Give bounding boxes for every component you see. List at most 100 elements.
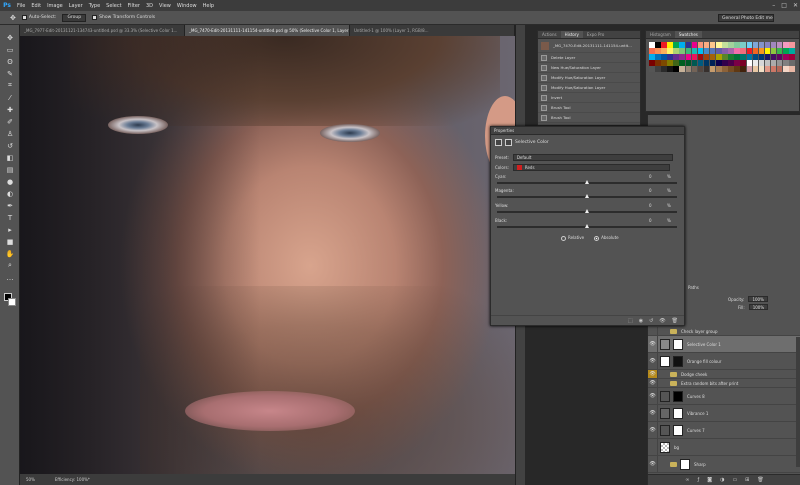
preset-dropdown[interactable]: Default xyxy=(512,154,673,161)
visibility-eye-icon[interactable]: 👁 xyxy=(648,379,658,387)
transform-controls-checkbox[interactable] xyxy=(92,15,98,20)
marquee-icon[interactable]: ▭ xyxy=(5,45,15,54)
close-icon[interactable]: ✕ xyxy=(793,2,798,9)
color-swatch[interactable] xyxy=(734,66,740,72)
color-swatch[interactable] xyxy=(716,54,722,60)
color-swatch[interactable] xyxy=(740,42,746,48)
color-swatch[interactable] xyxy=(716,48,722,54)
color-swatch[interactable] xyxy=(770,60,777,66)
visibility-eye-icon[interactable] xyxy=(648,327,658,335)
color-swatch[interactable] xyxy=(746,42,752,48)
magenta-value[interactable]: 0 xyxy=(649,188,652,193)
history-item[interactable]: Modify Hue/Saturation Layer xyxy=(538,73,640,83)
color-swatch[interactable] xyxy=(661,54,667,60)
color-swatch[interactable] xyxy=(661,42,667,48)
color-swatch[interactable] xyxy=(679,66,685,72)
color-swatch[interactable] xyxy=(740,60,746,66)
blur-icon[interactable]: ● xyxy=(5,177,15,186)
color-swatch[interactable] xyxy=(697,60,704,66)
menu-3d[interactable]: 3D xyxy=(143,3,156,9)
visibility-eye-icon[interactable]: 👁 xyxy=(648,422,658,438)
color-swatch[interactable] xyxy=(758,48,765,54)
tab-expo-pro[interactable]: Expo Pro xyxy=(583,31,609,38)
layer-row[interactable]: bg xyxy=(648,439,800,456)
maximize-icon[interactable]: □ xyxy=(781,2,787,9)
history-item[interactable]: Brush Tool xyxy=(538,113,640,123)
black-value[interactable]: 0 xyxy=(649,218,652,223)
color-swatch[interactable] xyxy=(758,42,765,48)
color-swatch[interactable] xyxy=(728,66,734,72)
minimize-icon[interactable]: – xyxy=(772,2,775,9)
history-item[interactable]: New Hue/Saturation Layer xyxy=(538,63,640,73)
eraser-icon[interactable]: ◧ xyxy=(5,153,15,162)
link-layers-icon[interactable]: ∞ xyxy=(685,477,689,483)
color-swatch[interactable] xyxy=(734,60,740,66)
opacity-field[interactable]: 100% xyxy=(748,296,768,302)
color-swatch[interactable] xyxy=(764,42,771,48)
color-swatch[interactable] xyxy=(703,54,710,60)
color-swatch[interactable] xyxy=(716,60,722,66)
fx-icon[interactable]: ƒ xyxy=(697,477,699,483)
color-swatch[interactable] xyxy=(709,66,716,72)
brush-icon[interactable]: ✐ xyxy=(5,117,15,126)
color-swatch[interactable] xyxy=(783,42,789,48)
color-swatch[interactable] xyxy=(764,48,771,54)
color-swatch[interactable] xyxy=(655,54,661,60)
color-swatch[interactable] xyxy=(722,48,728,54)
visibility-eye-icon[interactable]: 👁 xyxy=(659,318,665,324)
color-swatch[interactable] xyxy=(703,66,710,72)
color-swatch[interactable] xyxy=(655,48,661,54)
color-swatch[interactable] xyxy=(789,42,795,48)
color-swatch[interactable] xyxy=(697,42,704,48)
color-swatch[interactable] xyxy=(734,42,740,48)
color-swatch[interactable] xyxy=(783,60,789,66)
relative-option[interactable]: Relative xyxy=(561,235,584,241)
more-tools-icon[interactable]: … xyxy=(5,273,15,282)
history-item[interactable]: Brush Tool xyxy=(538,103,640,113)
menu-layer[interactable]: Layer xyxy=(66,3,86,9)
color-swatch[interactable] xyxy=(789,54,795,60)
color-swatch[interactable] xyxy=(752,66,759,72)
history-item[interactable]: Modify Hue/Saturation Layer xyxy=(538,83,640,93)
color-swatch[interactable] xyxy=(752,54,759,60)
color-swatch[interactable] xyxy=(673,66,679,72)
magenta-slider-thumb[interactable] xyxy=(585,194,589,198)
color-swatch[interactable] xyxy=(703,42,710,48)
menu-window[interactable]: Window xyxy=(174,3,200,9)
menu-image[interactable]: Image xyxy=(44,3,66,9)
history-snapshot[interactable]: _MG_7470-Edit-20131111-141154-untit... xyxy=(538,39,640,53)
gradient-icon[interactable]: ▤ xyxy=(5,165,15,174)
color-swatch[interactable] xyxy=(728,48,734,54)
color-swatch[interactable] xyxy=(758,60,765,66)
color-swatch[interactable] xyxy=(679,42,685,48)
color-swatch[interactable] xyxy=(667,54,673,60)
zoom-level[interactable]: 50% xyxy=(26,477,35,482)
properties-panel-header[interactable]: Properties xyxy=(491,127,684,135)
color-swatch[interactable] xyxy=(679,60,685,66)
color-swatch[interactable] xyxy=(722,54,728,60)
tab-document-1[interactable]: _MG_7977-Edit-20131121-134743-untitled.p… xyxy=(20,25,185,36)
color-swatch[interactable] xyxy=(667,66,673,72)
layer-row[interactable]: 👁 Curves 8 xyxy=(648,388,800,405)
tab-history[interactable]: History xyxy=(560,31,583,38)
auto-select-dropdown[interactable]: Group xyxy=(62,13,87,22)
color-swatch[interactable] xyxy=(685,54,692,60)
color-swatch[interactable] xyxy=(655,60,661,66)
color-swatch[interactable] xyxy=(649,42,655,48)
color-swatch[interactable] xyxy=(691,42,698,48)
shape-icon[interactable]: ■ xyxy=(5,237,15,246)
color-swatch[interactable] xyxy=(770,42,777,48)
color-swatch[interactable] xyxy=(697,54,704,60)
mask-icon[interactable] xyxy=(505,138,512,146)
layer-row[interactable]: 👁 Curves 7 xyxy=(648,422,800,439)
absolute-radio[interactable] xyxy=(594,235,600,241)
color-swatch[interactable] xyxy=(649,60,655,66)
fill-field[interactable]: 100% xyxy=(748,304,769,310)
efficiency-readout[interactable]: Efficiency: 100%* xyxy=(55,477,90,482)
color-swatch[interactable] xyxy=(709,60,716,66)
color-swatch[interactable] xyxy=(691,60,698,66)
new-layer-icon[interactable]: ⊞ xyxy=(745,477,749,483)
new-group-icon[interactable]: ▭ xyxy=(732,477,737,483)
color-swatch[interactable] xyxy=(673,48,679,54)
move-icon[interactable]: ✥ xyxy=(5,33,15,42)
